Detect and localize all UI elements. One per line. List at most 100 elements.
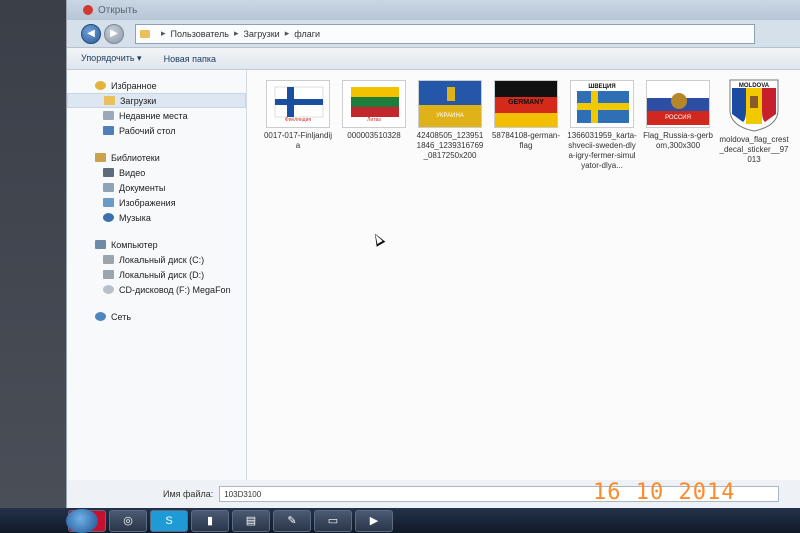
network-icon xyxy=(95,312,106,321)
nav-item-documents[interactable]: Документы xyxy=(67,180,246,195)
file-name: 42408505_1239511846_1239316769_0817250x2… xyxy=(416,131,484,160)
libraries-icon xyxy=(95,153,106,162)
star-icon xyxy=(95,81,106,90)
nav-item-label: Документы xyxy=(119,182,166,193)
nav-item-music[interactable]: Музыка xyxy=(67,210,246,225)
file-item[interactable]: Финляндия 0017-017-Finljandija xyxy=(263,80,333,151)
file-name: 1366031959_karta-shvecii-sweden-dlya-igr… xyxy=(567,131,637,170)
file-item[interactable]: Литва 000003510328 xyxy=(339,80,409,141)
moldova-flag-thumbnail: MOLDOVA xyxy=(722,76,786,132)
nav-item-label: Загрузки xyxy=(120,95,157,106)
nav-item-downloads[interactable]: Загрузки xyxy=(67,93,246,108)
nav-item-label: Локальный диск (C:) xyxy=(119,254,205,265)
downloads-folder-icon xyxy=(104,96,115,105)
thumbnail-caption: MOLDOVA xyxy=(738,83,770,89)
taskbar: Я ◎ S ▮ ▤ ✎ ▭ ▶ xyxy=(0,508,800,533)
nav-item-label: Музыка xyxy=(119,212,151,223)
breadcrumb-separator-icon: ▸ xyxy=(284,28,290,38)
title-bar: Открыть xyxy=(67,0,800,20)
nav-item-cd-drive[interactable]: CD-дисковод (F:) MegaFon xyxy=(67,282,246,297)
window-title: Открыть xyxy=(98,4,138,16)
nav-computer[interactable]: Компьютер xyxy=(67,237,246,252)
finland-flag-thumbnail: Финляндия xyxy=(266,80,330,128)
nav-favorites-label: Избранное xyxy=(111,80,157,91)
nav-libraries[interactable]: Библиотеки xyxy=(67,150,246,165)
nav-item-label: CD-дисковод (F:) MegaFon xyxy=(119,284,231,295)
taskbar-skype-icon[interactable]: S xyxy=(150,509,188,532)
nav-network[interactable]: Сеть xyxy=(67,309,246,324)
lithuania-flag-thumbnail: Литва xyxy=(342,80,406,128)
breadcrumb-downloads[interactable]: Загрузки xyxy=(243,29,279,39)
taskbar-window-icon[interactable]: ▭ xyxy=(314,509,352,532)
breadcrumb-separator-icon: ▸ xyxy=(161,28,166,38)
filename-label: Имя файла: xyxy=(163,489,214,499)
desktop-icon xyxy=(103,126,114,135)
recent-places-icon xyxy=(103,111,114,120)
russia-flag-thumbnail: РОССИЯ xyxy=(646,80,710,128)
start-button-icon[interactable] xyxy=(66,509,98,533)
organize-button[interactable]: Упорядочить ▾ xyxy=(81,53,142,64)
file-list: Финляндия 0017-017-Finljandija Литва 000… xyxy=(247,70,800,480)
thumbnail-caption: УКРАИНА xyxy=(436,113,464,119)
navigation-pane: Избранное Загрузки Недавние места Рабочи… xyxy=(67,70,247,480)
germany-flag-thumbnail: GERMANY xyxy=(494,80,558,128)
file-name: moldova_flag_crest_decal_sticker__97013 xyxy=(719,135,789,164)
nav-item-label: Изображения xyxy=(119,197,176,208)
nav-network-label: Сеть xyxy=(111,311,132,322)
thumbnail-caption: ШВЕЦИЯ xyxy=(588,84,616,90)
file-item[interactable]: GERMANY 58784108-german-flag xyxy=(491,80,561,151)
photo-datestamp: 16 10 2014 xyxy=(593,480,736,505)
nav-favorites[interactable]: Избранное xyxy=(67,78,246,93)
nav-computer-label: Компьютер xyxy=(111,239,158,250)
open-file-dialog: Открыть ◀ ▶ ▸ Пользователь ▸ Загрузки ▸ … xyxy=(66,0,800,508)
nav-item-label: Локальный диск (D:) xyxy=(119,269,205,280)
nav-item-drive-c[interactable]: Локальный диск (C:) xyxy=(67,252,246,267)
ukraine-flag-thumbnail: УКРАИНА xyxy=(418,80,482,128)
nav-libraries-label: Библиотеки xyxy=(111,152,160,163)
taskbar-chrome-icon[interactable]: ◎ xyxy=(109,509,147,532)
thumbnail-caption: Литва xyxy=(367,117,381,123)
sweden-flag-thumbnail: ШВЕЦИЯ xyxy=(570,80,634,128)
file-item[interactable]: ШВЕЦИЯ 1366031959_karta-shvecii-sweden-d… xyxy=(567,80,637,171)
nav-item-video[interactable]: Видео xyxy=(67,165,246,180)
taskbar-explorer-icon[interactable]: ▤ xyxy=(232,509,270,532)
breadcrumb-user[interactable]: Пользователь xyxy=(171,29,229,39)
file-name: 0017-017-Finljandija xyxy=(263,131,333,150)
video-icon xyxy=(103,168,114,177)
thumbnail-caption: GERMANY xyxy=(508,99,544,106)
music-icon xyxy=(103,213,114,222)
folder-icon xyxy=(140,29,150,38)
file-item[interactable]: УКРАИНА 42408505_1239511846_1239316769_0… xyxy=(415,80,485,161)
thumbnail-caption: Финляндия xyxy=(284,117,312,123)
file-item[interactable]: MOLDOVA moldova_flag_crest_decal_sticker… xyxy=(719,76,789,165)
nav-item-pictures[interactable]: Изображения xyxy=(67,195,246,210)
computer-icon xyxy=(95,240,106,249)
app-icon xyxy=(83,5,93,15)
breadcrumb[interactable]: ▸ Пользователь ▸ Загрузки ▸ флаги xyxy=(135,23,755,44)
nav-item-label: Видео xyxy=(119,167,146,178)
taskbar-media-icon[interactable]: ▶ xyxy=(355,509,393,532)
taskbar-signal-icon[interactable]: ▮ xyxy=(191,509,229,532)
pictures-icon xyxy=(103,198,114,207)
nav-item-label: Недавние места xyxy=(119,110,188,121)
taskbar-paint-icon[interactable]: ✎ xyxy=(273,509,311,532)
hard-drive-icon xyxy=(103,255,114,264)
thumbnail-caption: РОССИЯ xyxy=(665,115,691,121)
file-item[interactable]: РОССИЯ Flag_Russia-s-gerbom,300x300 xyxy=(643,80,713,151)
nav-item-drive-d[interactable]: Локальный диск (D:) xyxy=(67,267,246,282)
file-name: 000003510328 xyxy=(347,131,401,140)
forward-button[interactable]: ▶ xyxy=(104,23,124,44)
file-name: Flag_Russia-s-gerbom,300x300 xyxy=(643,131,713,150)
breadcrumb-separator-icon: ▸ xyxy=(233,28,239,38)
breadcrumb-flags[interactable]: флаги xyxy=(294,29,320,39)
address-bar: ◀ ▶ ▸ Пользователь ▸ Загрузки ▸ флаги xyxy=(67,20,800,48)
nav-item-recent-places[interactable]: Недавние места xyxy=(67,108,246,123)
nav-item-desktop[interactable]: Рабочий стол xyxy=(67,123,246,138)
mouse-pointer-icon xyxy=(370,231,386,247)
documents-icon xyxy=(103,183,114,192)
nav-item-label: Рабочий стол xyxy=(119,125,176,136)
file-name: 58784108-german-flag xyxy=(491,131,561,150)
cd-drive-icon xyxy=(103,285,114,294)
back-button[interactable]: ◀ xyxy=(81,23,101,44)
new-folder-button[interactable]: Новая папка xyxy=(164,54,216,64)
